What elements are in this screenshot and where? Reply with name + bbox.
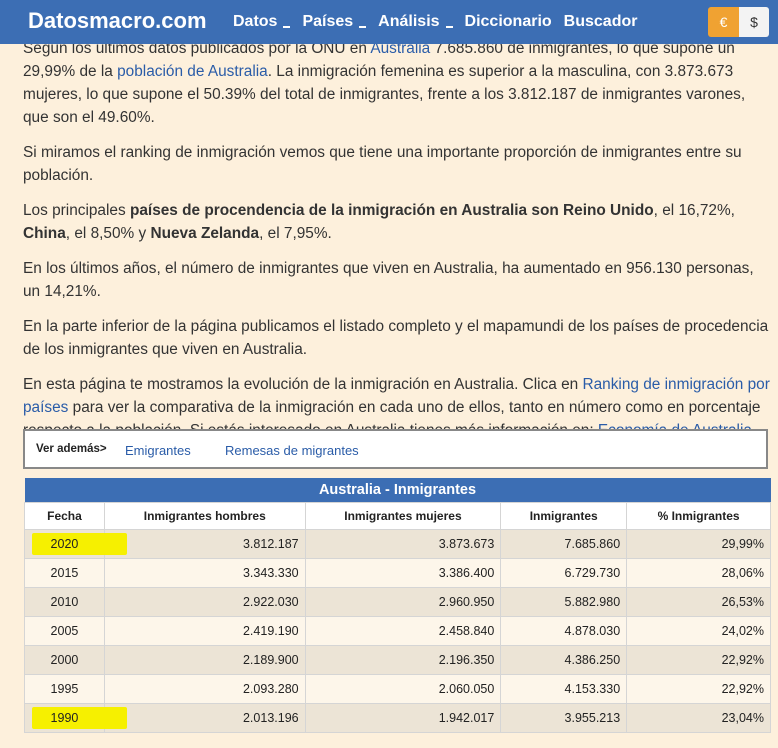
nav-analisis-label: Análisis: [378, 13, 440, 30]
cell-mujeres: 3.873.673: [304, 529, 502, 559]
main-nav: Datos Países Análisis Diccionario Buscad…: [233, 13, 649, 31]
col-header-inmigrantes[interactable]: Inmigrantes: [500, 502, 628, 530]
cell-mujeres: 2.458.840: [304, 616, 502, 646]
cell-porcentaje: 23,04%: [626, 703, 771, 733]
cell-inmigrantes: 7.685.860: [500, 529, 628, 559]
link-remesas-migrantes[interactable]: Remesas de migrantes: [225, 443, 359, 458]
row-date[interactable]: 1995: [24, 674, 105, 704]
bold-text: China: [23, 225, 66, 242]
text: , el 8,50% y: [65, 225, 151, 242]
text: Los principales: [23, 202, 130, 219]
paragraph-ranking: Si miramos el ranking de inmigración vem…: [23, 144, 742, 184]
nav-diccionario[interactable]: Diccionario: [465, 13, 552, 31]
top-navbar: Datosmacro.com Datos Países Análisis Dic…: [0, 0, 778, 44]
link-emigrantes[interactable]: Emigrantes: [125, 443, 191, 458]
text: , el 16,72%,: [653, 202, 735, 219]
cell-hombres: 2.419.190: [103, 616, 306, 646]
nav-buscador-label: Buscador: [563, 13, 638, 30]
row-date[interactable]: 2000: [24, 645, 105, 675]
cell-inmigrantes: 4.153.330: [500, 674, 628, 704]
cell-inmigrantes: 6.729.730: [500, 558, 628, 588]
cell-porcentaje: 22,92%: [626, 674, 771, 704]
table-row: 1990 2.013.196 1.942.017 3.955.213 23,04…: [24, 703, 771, 733]
paragraph-listing: En la parte inferior de la página public…: [23, 318, 769, 358]
row-date: 1990: [50, 711, 79, 725]
bold-text: Nueva Zelanda: [150, 225, 260, 242]
cell-porcentaje: 29,99%: [626, 529, 771, 559]
caret-down-icon: [283, 26, 291, 28]
cell-inmigrantes: 5.882.980: [500, 587, 628, 617]
cell-hombres: 3.343.330: [103, 558, 306, 588]
cell-porcentaje: 26,53%: [626, 587, 771, 617]
cell-mujeres: 3.386.400: [304, 558, 502, 588]
table-row: 2020 3.812.187 3.873.673 7.685.860 29,99…: [24, 529, 771, 559]
article-body: Según los últimos datos publicados por l…: [23, 40, 771, 454]
text: En esta página te mostramos la evolución…: [23, 376, 583, 393]
table-row: 2015 3.343.330 3.386.400 6.729.730 28,06…: [24, 558, 771, 588]
col-header-hombres[interactable]: Inmigrantes hombres: [103, 502, 306, 530]
see-also-label: Ver además>: [36, 443, 107, 455]
cell-hombres: 2.189.900: [103, 645, 306, 675]
cell-mujeres: 2.196.350: [304, 645, 502, 675]
row-date-cell[interactable]: 2020: [24, 529, 127, 559]
bold-text: países de procendencia de la inmigración…: [129, 202, 654, 219]
nav-paises[interactable]: Países: [302, 13, 367, 31]
cell-porcentaje: 28,06%: [626, 558, 771, 588]
cell-porcentaje: 24,02%: [626, 616, 771, 646]
highlight-marker: [32, 707, 127, 729]
table-caption: Australia - Inmigrantes: [24, 478, 771, 503]
table-row: 2010 2.922.030 2.960.950 5.882.980 26,53…: [24, 587, 771, 617]
cell-hombres: 3.812.187: [103, 529, 306, 559]
paragraph-origin-countries: Los principales países de procendencia d…: [23, 199, 771, 245]
immigrants-table: Australia - Inmigrantes Fecha Inmigrante…: [24, 478, 771, 733]
currency-eur-button[interactable]: €: [708, 7, 739, 37]
cell-mujeres: 2.060.050: [304, 674, 502, 704]
table-row: 2000 2.189.900 2.196.350 4.386.250 22,92…: [24, 645, 771, 675]
row-date-cell[interactable]: 1990: [24, 703, 127, 733]
paragraph-summary: Según los últimos datos publicados por l…: [23, 37, 771, 129]
col-header-mujeres[interactable]: Inmigrantes mujeres: [304, 502, 502, 530]
see-also-box: Ver además> Emigrantes Remesas de migran…: [23, 429, 768, 469]
cell-mujeres: 2.960.950: [304, 587, 502, 617]
currency-usd-button[interactable]: $: [739, 7, 769, 37]
row-date[interactable]: 2010: [24, 587, 105, 617]
cell-inmigrantes: 4.386.250: [500, 645, 628, 675]
nav-datos[interactable]: Datos: [233, 13, 291, 31]
col-header-porcentaje[interactable]: % Inmigrantes: [626, 502, 771, 530]
link-poblacion-australia[interactable]: población de Australia: [117, 63, 268, 80]
nav-diccionario-label: Diccionario: [464, 13, 552, 30]
table-row: 2005 2.419.190 2.458.840 4.878.030 24,02…: [24, 616, 771, 646]
cell-hombres: 2.013.196: [103, 703, 306, 733]
cell-mujeres: 1.942.017: [304, 703, 502, 733]
highlight-marker: [32, 533, 127, 555]
table-row: 1995 2.093.280 2.060.050 4.153.330 22,92…: [24, 674, 771, 704]
nav-paises-label: Países: [302, 13, 354, 30]
row-date[interactable]: 2015: [24, 558, 105, 588]
nav-analisis[interactable]: Análisis: [378, 13, 453, 31]
cell-hombres: 2.093.280: [103, 674, 306, 704]
col-header-fecha[interactable]: Fecha: [24, 502, 105, 530]
text: , el 7,95%.: [259, 225, 332, 242]
cell-hombres: 2.922.030: [103, 587, 306, 617]
row-date: 2020: [50, 537, 79, 551]
cell-inmigrantes: 4.878.030: [500, 616, 628, 646]
row-date[interactable]: 2005: [24, 616, 105, 646]
nav-datos-label: Datos: [233, 13, 278, 30]
paragraph-growth: En los últimos años, el número de inmigr…: [23, 260, 754, 300]
site-logo[interactable]: Datosmacro.com: [28, 8, 207, 34]
cell-porcentaje: 22,92%: [626, 645, 771, 675]
cell-inmigrantes: 3.955.213: [500, 703, 628, 733]
caret-down-icon: [359, 26, 367, 28]
caret-down-icon: [445, 26, 453, 28]
nav-buscador[interactable]: Buscador: [564, 13, 638, 31]
